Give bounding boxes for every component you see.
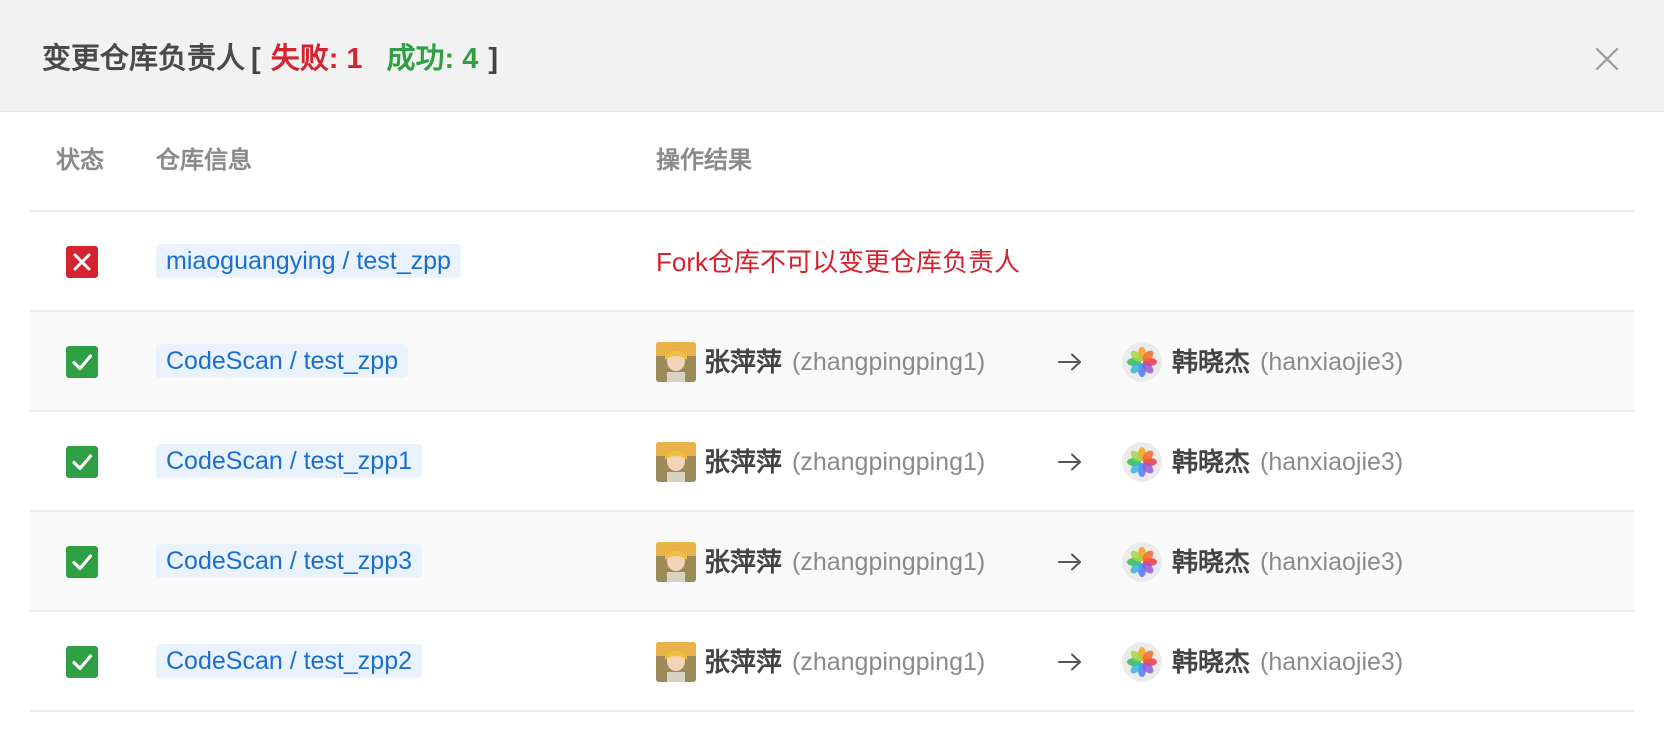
from-user-id: (zhangpingping1) [792,548,986,576]
failed-count: 失败: 1 [270,43,363,75]
table-row: CodeScan / test_zpp3 张萍萍 (zhangpingping1… [30,512,1634,612]
table-header: 状态 仓库信息 操作结果 [30,112,1634,212]
from-user-id: (zhangpingping1) [792,348,986,376]
change-owner-dialog: 变更仓库负责人 [ 失败: 1 成功: 4 ] 状态 仓库信息 操作结果 mia… [0,0,1664,735]
right-arrow-icon [1056,650,1084,674]
from-user-id: (zhangpingping1) [792,648,986,676]
from-user-name: 张萍萍 [704,447,783,477]
right-arrow-icon [1056,550,1084,574]
checkmark-icon [66,346,98,378]
repo-link[interactable]: CodeScan / test_zpp2 [156,644,422,678]
to-user-name: 韩晓杰 [1172,647,1251,677]
user-avatar-icon [656,342,696,382]
repo-link[interactable]: CodeScan / test_zpp3 [156,544,422,578]
right-arrow-icon [1056,450,1084,474]
checkmark-icon [66,646,98,678]
title-bracket-close: ] [488,43,499,75]
x-mark-icon [66,246,98,278]
table-row: miaoguangying / test_zpp Fork仓库不可以变更仓库负责… [30,212,1634,312]
dialog-title: 变更仓库负责人 [ 失败: 1 成功: 4 ] [42,39,504,79]
repo-link[interactable]: CodeScan / test_zpp [156,344,409,378]
title-bracket-open: [ [251,43,261,75]
result-table: 状态 仓库信息 操作结果 miaoguangying / test_zpp Fo… [30,112,1634,712]
to-user-id: (hanxiaojie3) [1260,348,1404,376]
table-row: CodeScan / test_zpp 张萍萍 (zhangpingping1) [30,312,1634,412]
to-user-name: 韩晓杰 [1172,447,1251,477]
from-user-name: 张萍萍 [704,347,783,377]
to-user-id: (hanxiaojie3) [1260,548,1404,576]
checkmark-icon [66,446,98,478]
from-user-id: (zhangpingping1) [792,448,986,476]
from-user-name: 张萍萍 [704,647,783,677]
to-user-name: 韩晓杰 [1172,347,1251,377]
to-user-name: 韩晓杰 [1172,547,1251,577]
dialog-title-text: 变更仓库负责人 [42,43,246,75]
close-icon[interactable] [1594,46,1620,72]
checkmark-icon [66,546,98,578]
header-result: 操作结果 [656,147,752,174]
user-avatar-icon [656,542,696,582]
user-avatar-icon [656,442,696,482]
header-status: 状态 [56,147,104,174]
dialog-header: 变更仓库负责人 [ 失败: 1 成功: 4 ] [0,0,1664,112]
success-count: 成功: 4 [386,43,479,75]
to-user-id: (hanxiaojie3) [1260,448,1404,476]
table-row: CodeScan / test_zpp2 张萍萍 (zhangpingping1… [30,612,1634,712]
header-repo: 仓库信息 [156,147,252,174]
to-user-id: (hanxiaojie3) [1260,648,1404,676]
photos-avatar-icon [1122,442,1162,482]
table-row: CodeScan / test_zpp1 张萍萍 (zhangpingping1… [30,412,1634,512]
photos-avatar-icon [1122,342,1162,382]
repo-link[interactable]: miaoguangying / test_zpp [156,244,461,278]
photos-avatar-icon [1122,542,1162,582]
right-arrow-icon [1056,350,1084,374]
from-user-name: 张萍萍 [704,547,783,577]
user-avatar-icon [656,642,696,682]
error-message: Fork仓库不可以变更仓库负责人 [656,247,1021,277]
repo-link[interactable]: CodeScan / test_zpp1 [156,444,422,478]
photos-avatar-icon [1122,642,1162,682]
